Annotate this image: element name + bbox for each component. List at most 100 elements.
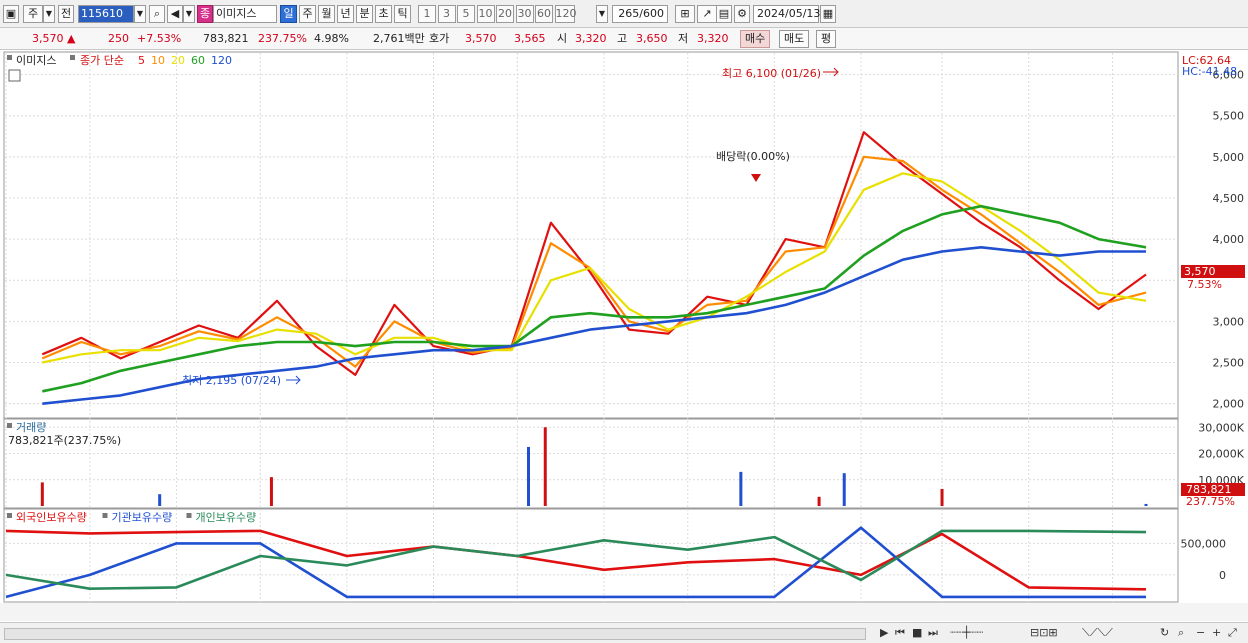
trade-amount: 2,761백만 — [373, 32, 425, 45]
price-tick-label: 2,500 — [1213, 357, 1245, 370]
drawing-tools-icon[interactable]: ⟍⟋⟍⟋ — [1082, 626, 1113, 640]
volume-panel — [3, 418, 1179, 509]
magnify-icon[interactable]: ⌕ — [1178, 626, 1184, 640]
layout-icon[interactable]: ⊟⊡⊞ — [1030, 626, 1058, 639]
prev-label: 전 — [60, 7, 72, 20]
volume-value: 783,821 — [203, 32, 249, 45]
hc-label: HC:-41.48 — [1182, 65, 1237, 78]
price-tick-label: 2,000 — [1213, 398, 1245, 411]
volume-bar — [940, 488, 944, 506]
holding-panel — [3, 508, 1179, 603]
legend-ma-10: 10 — [151, 54, 165, 67]
volume-bar — [527, 446, 530, 506]
indicator-icon[interactable]: ⊞ — [675, 5, 695, 23]
drawing-tool-icon[interactable]: ↗ — [697, 5, 717, 23]
stock-name-value: 이미지스 — [216, 7, 257, 20]
volume-title: 거래량 — [16, 421, 46, 434]
count-field[interactable]: 265/600 — [612, 5, 668, 23]
current-price: 3,570 — [32, 32, 64, 45]
volume-tag: 783,821 237.75% — [1181, 483, 1245, 508]
tab-2[interactable]: 월 — [318, 5, 335, 23]
change-pct: +7.53% — [137, 32, 182, 45]
interval-120[interactable]: 120 — [554, 5, 577, 23]
stock-code-input[interactable]: 115610 — [78, 5, 134, 23]
high-annotation: 최고 6,100 (01/26) — [722, 67, 821, 80]
gear-icon[interactable]: ⚙ — [734, 5, 750, 23]
speaker-icon[interactable]: ◀ — [167, 5, 183, 23]
volume-ratio: 237.75% — [258, 32, 307, 45]
volume-bar — [40, 482, 44, 506]
stock-name-field[interactable]: 이미지스 — [213, 5, 277, 23]
turnover-pct: 4.98% — [314, 32, 349, 45]
low-annotation: 최저 2,195 (07/24) — [182, 374, 281, 387]
tab-1[interactable]: 주 — [299, 5, 316, 23]
time-axis — [0, 603, 1248, 621]
calendar-icon[interactable]: ▦ — [820, 5, 836, 23]
zoom-slider-icon[interactable]: ┈┈┼┈┈ — [950, 626, 983, 639]
holding-legend-label: 개인보유수량 — [196, 511, 257, 524]
interval-60[interactable]: 60 — [535, 5, 553, 23]
holding-legend-label: 기관보유수량 — [112, 511, 173, 524]
prev-button[interactable]: 전 — [58, 5, 74, 23]
volume-bar — [817, 496, 821, 506]
low-price: 3,320 — [697, 32, 729, 45]
refresh-icon[interactable]: ↻ — [1160, 626, 1169, 639]
date-field[interactable]: 2024/05/13 — [753, 5, 820, 23]
tab-6[interactable]: 틱 — [394, 5, 411, 23]
interval-10[interactable]: 10 — [476, 5, 495, 23]
fast-forward-icon[interactable]: ⏭ — [928, 626, 938, 640]
zoom-out-icon[interactable]: − — [1196, 626, 1205, 639]
stock-badge-label: 종 — [199, 7, 211, 20]
zoom-in-icon[interactable]: + — [1212, 626, 1221, 639]
period-week-select[interactable]: 주 — [23, 5, 43, 23]
volume-summary: 783,821주(237.75%) — [8, 434, 121, 447]
average-button[interactable]: 평 — [816, 30, 837, 48]
holding-legend-marker — [7, 513, 12, 518]
stock-type-badge: 종 — [197, 5, 213, 23]
save-icon[interactable]: ▤ — [716, 5, 732, 23]
interval-30[interactable]: 30 — [515, 5, 534, 23]
price-tick-label: 3,000 — [1213, 315, 1245, 328]
legend-ma-5: 5 — [138, 54, 145, 67]
search-icon[interactable]: ⌕ — [149, 5, 165, 23]
interval-1[interactable]: 1 — [418, 5, 436, 23]
current-price-tag-value: 3,570 — [1184, 265, 1216, 278]
tab-3[interactable]: 년 — [337, 5, 354, 23]
legend-ma-label: 종가 단순 — [80, 54, 124, 67]
holding-legend-marker — [186, 513, 192, 518]
buy-button[interactable]: 매수 — [740, 30, 771, 48]
code-dropdown-icon[interactable]: ▼ — [134, 5, 146, 23]
speaker-dropdown-icon[interactable]: ▼ — [183, 5, 195, 23]
low-label: 저 — [678, 32, 689, 45]
volume-bar — [158, 494, 162, 506]
high-label: 고 — [617, 32, 628, 45]
change-arrow-icon: ▲ — [67, 32, 76, 45]
stop-icon[interactable]: ■ — [912, 626, 922, 639]
legend-ma-120: 120 — [211, 54, 232, 67]
tab-5[interactable]: 초 — [375, 5, 392, 23]
stock-chart[interactable]: 2,0002,5003,0003,5004,0004,5005,0005,500… — [0, 50, 1248, 622]
open-label: 시 — [557, 32, 568, 45]
chart-menu-icon[interactable]: ▣ — [3, 5, 19, 23]
legend-ma-60: 60 — [191, 54, 205, 67]
volume-bar — [543, 427, 547, 506]
table-icon[interactable] — [8, 69, 21, 82]
sell-button[interactable]: 매도 — [779, 30, 810, 48]
interval-20[interactable]: 20 — [496, 5, 514, 23]
chevron-down-icon[interactable]: ▼ — [43, 5, 55, 23]
interval-dropdown-icon[interactable]: ▼ — [596, 5, 608, 23]
quote-info-bar: 3,570 ▲ 250 +7.53% 783,821 237.75% 4.98%… — [0, 28, 1248, 50]
chart-scrollbar[interactable] — [4, 628, 866, 640]
tab-4[interactable]: 분 — [356, 5, 373, 23]
interval-5[interactable]: 5 — [457, 5, 475, 23]
period-week-label: 주 — [27, 7, 39, 20]
expand-icon[interactable]: ⤢ — [1228, 626, 1237, 640]
interval-3[interactable]: 3 — [437, 5, 456, 23]
volume-tag-pct: 237.75% — [1186, 495, 1235, 508]
toolbar: ▣ 주 ▼ 전 115610 ▼ ⌕ ◀ ▼ 종 이미지스 일주월년분초틱 13… — [0, 0, 1248, 28]
scroll-right-icon[interactable]: ▶ — [880, 626, 888, 639]
change-value: 250 — [108, 32, 129, 45]
rewind-icon[interactable]: ⏮ — [895, 626, 905, 640]
volume-bar — [269, 477, 273, 506]
tab-0[interactable]: 일 — [280, 5, 297, 23]
